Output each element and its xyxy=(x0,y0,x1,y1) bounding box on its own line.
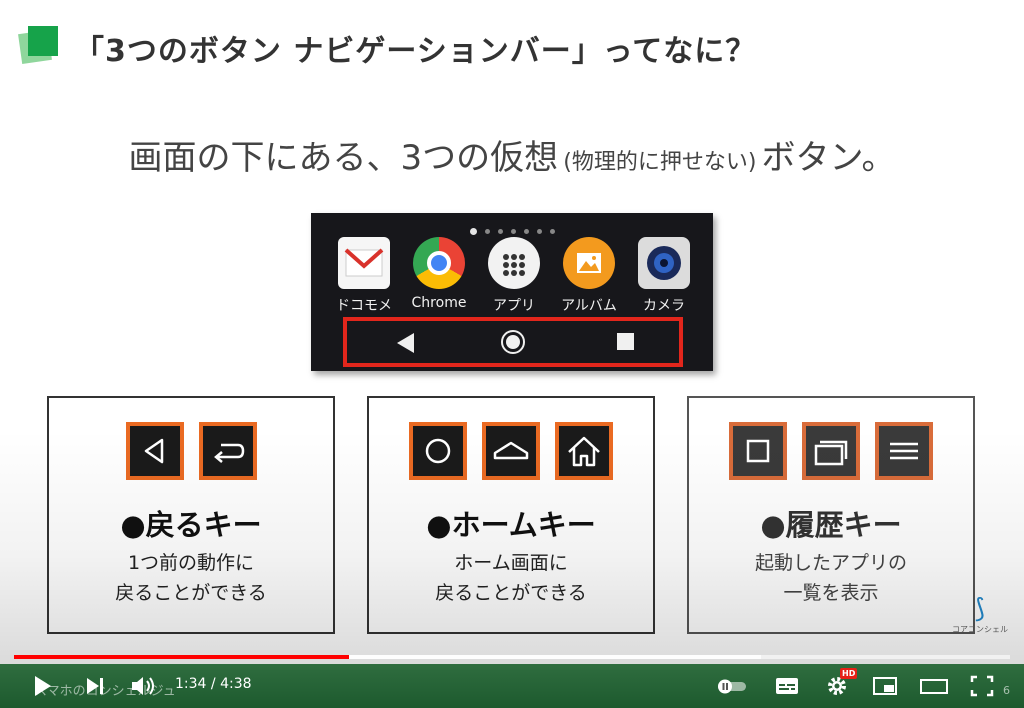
card-description: 1つ前の動作に 戻ることができる xyxy=(49,548,333,608)
card-title: ●ホームキー xyxy=(426,508,596,542)
desc-line: 1つ前の動作に xyxy=(127,552,255,574)
time-total: 4:38 xyxy=(220,676,252,692)
player-controls: スマホのコンシェルジュ 1:34 / 4:38 HD 6 xyxy=(0,664,1024,708)
card-title: ●戻るキー xyxy=(120,508,262,542)
back-key-card: ●戻るキー 1つ前の動作に 戻ることができる xyxy=(47,396,335,634)
video-player[interactable]: 「3つのボタン ナビゲーションバー」ってなに？ 画面の下にある、3つの仮想 (物… xyxy=(0,0,1024,708)
subtitles-icon xyxy=(776,678,798,694)
back-triangle-icon xyxy=(397,333,414,353)
volume-button[interactable] xyxy=(128,672,158,700)
recent-square-icon xyxy=(729,422,787,480)
subtitle-main: 画面の下にある、3つの仮想 xyxy=(128,138,559,178)
app-label: ドコモメ xyxy=(336,298,392,314)
subtitles-button[interactable] xyxy=(772,672,802,700)
app-label: Chrome xyxy=(411,295,467,311)
app-drawer-icon xyxy=(488,237,540,289)
slide-title-bar: 「3つのボタン ナビゲーションバー」ってなに？ xyxy=(0,0,1024,92)
album-icon xyxy=(563,237,615,289)
miniplayer-icon xyxy=(873,677,897,695)
next-icon xyxy=(87,678,103,694)
hd-badge: HD xyxy=(840,668,858,679)
camera-icon xyxy=(638,237,690,289)
home-house-icon xyxy=(555,422,613,480)
progress-bar[interactable] xyxy=(14,655,1010,659)
app-camera: カメラ xyxy=(629,237,699,315)
green-square-icon xyxy=(18,24,60,64)
app-album: アルバム xyxy=(554,237,624,315)
autoplay-toggle[interactable] xyxy=(714,672,750,700)
home-circle-icon xyxy=(409,422,467,480)
card-description: 起動したアプリの 一覧を表示 xyxy=(689,548,973,608)
desc-line: 一覧を表示 xyxy=(783,582,879,604)
app-label: カメラ xyxy=(643,298,685,314)
fullscreen-button[interactable] xyxy=(968,672,996,700)
card-icons xyxy=(49,422,333,480)
phone-screenshot: ドコモメ Chrome アプリ アルバム カメラ xyxy=(311,213,713,371)
progress-played xyxy=(14,655,349,659)
theater-mode-icon xyxy=(920,679,948,694)
navigation-bar-highlight xyxy=(343,317,683,367)
corner-logo: ⟆ コアコンシェル xyxy=(952,594,1008,644)
slide-subtitle: 画面の下にある、3つの仮想 (物理的に押せない) ボタン。 xyxy=(0,130,1024,179)
card-title: ●履歴キー xyxy=(760,508,902,542)
miniplayer-button[interactable] xyxy=(870,672,900,700)
play-button[interactable] xyxy=(28,672,56,700)
desc-line: 戻ることができる xyxy=(435,582,587,604)
app-drawer: アプリ xyxy=(479,237,549,315)
app-label: アルバム xyxy=(561,298,617,314)
back-arrow-icon xyxy=(198,422,257,480)
home-circle-icon xyxy=(501,330,525,354)
desc-line: ホーム画面に xyxy=(454,552,568,574)
slide-page-number: 6 xyxy=(1003,684,1010,697)
recent-square-icon xyxy=(617,333,634,350)
desc-line: 戻ることができる xyxy=(115,582,267,604)
time-separator: / xyxy=(210,676,216,692)
time-current: 1:34 xyxy=(175,676,207,692)
recent-stack-icon xyxy=(802,422,860,480)
play-icon xyxy=(35,676,51,696)
corner-brand-text: コアコンシェル xyxy=(952,625,1008,634)
card-icons xyxy=(689,422,973,480)
app-label: アプリ xyxy=(493,298,535,314)
fullscreen-icon xyxy=(970,675,994,697)
theater-mode-button[interactable] xyxy=(918,672,950,700)
card-description: ホーム画面に 戻ることができる xyxy=(369,548,653,608)
recent-lines-icon xyxy=(875,422,933,480)
desc-line: 起動したアプリの xyxy=(754,552,907,574)
time-display: 1:34 / 4:38 xyxy=(175,676,252,692)
back-triangle-icon xyxy=(125,422,184,480)
subtitle-end: ボタン。 xyxy=(761,138,896,178)
recent-key-card: ●履歴キー 起動したアプリの 一覧を表示 xyxy=(687,396,975,634)
concierge-logo-icon: ⟆ xyxy=(974,594,986,624)
volume-icon xyxy=(132,677,154,695)
app-row: ドコモメ Chrome アプリ アルバム カメラ xyxy=(329,237,699,315)
card-icons xyxy=(369,422,653,480)
subtitle-paren: (物理的に押せない) xyxy=(563,150,757,175)
app-docomo-mail: ドコモメ xyxy=(329,237,399,315)
chrome-icon xyxy=(413,237,465,289)
home-key-card: ●ホームキー ホーム画面に 戻ることができる xyxy=(367,396,655,634)
home-roof-icon xyxy=(482,422,540,480)
mail-icon xyxy=(338,237,390,289)
next-button[interactable] xyxy=(82,672,108,700)
app-chrome: Chrome xyxy=(404,237,474,315)
slide-title: 「3つのボタン ナビゲーションバー」ってなに？ xyxy=(74,34,757,69)
autoplay-toggle-icon xyxy=(718,679,746,694)
